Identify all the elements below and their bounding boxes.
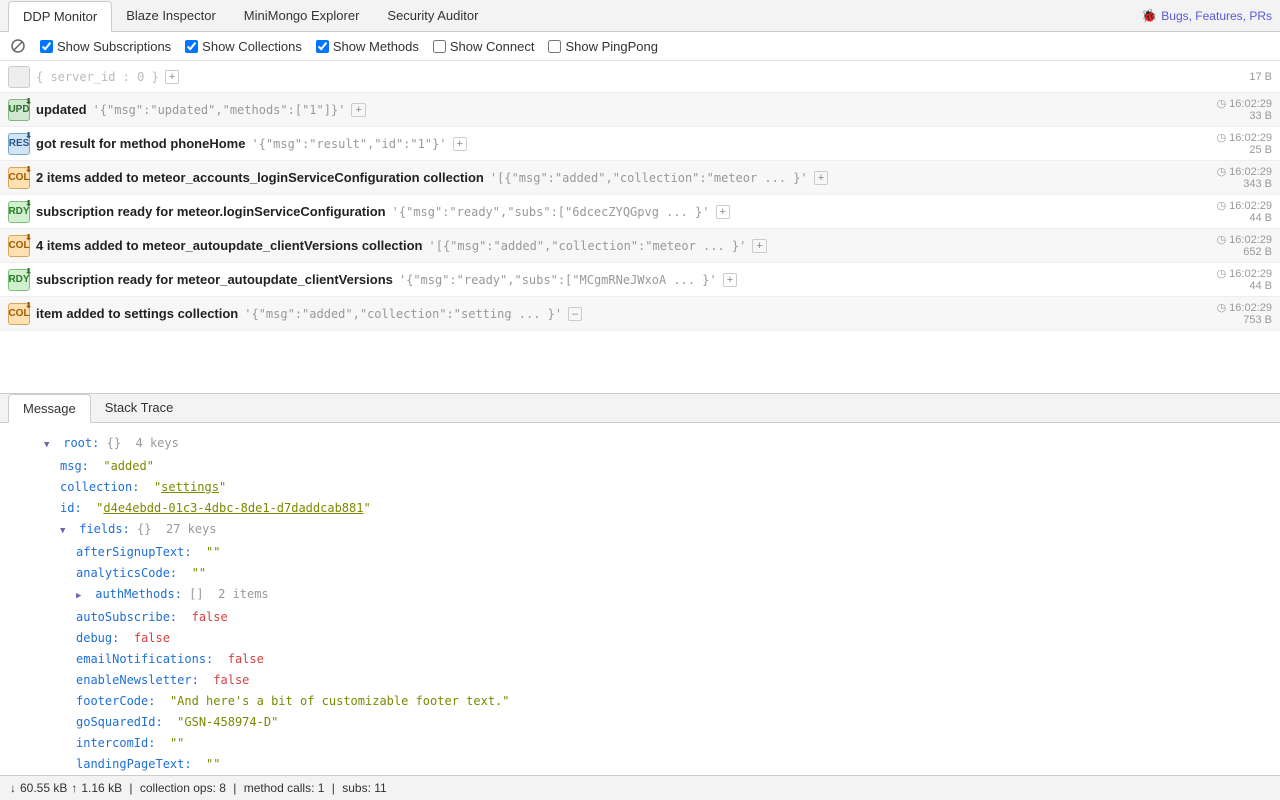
row-type-icon: RES⬇ xyxy=(8,133,30,155)
row-title: got result for method phoneHome xyxy=(36,136,245,151)
row-title: 4 items added to meteor_autoupdate_clien… xyxy=(36,238,423,253)
row-meta: 16:02:29753 B xyxy=(1192,301,1272,326)
expand-toggle[interactable]: + xyxy=(752,239,766,253)
row-meta: 16:02:29652 B xyxy=(1192,233,1272,258)
top-tab-bar: DDP Monitor Blaze Inspector MiniMongo Ex… xyxy=(0,0,1280,32)
row-json-preview: '{"msg":"added","collection":"setting ..… xyxy=(244,307,562,321)
message-rows: { server_id : 0 } +17 B UPD⬇ updated '{"msg"… xyxy=(0,61,1280,393)
tree-toggle-icon[interactable] xyxy=(76,584,88,607)
filter-methods[interactable]: Show Methods xyxy=(316,39,419,54)
clock-icon xyxy=(1217,233,1227,246)
row-type-icon: COL⬇ xyxy=(8,235,30,257)
filter-collections[interactable]: Show Collections xyxy=(185,39,302,54)
status-up: 1.16 kB xyxy=(81,781,122,795)
message-row[interactable]: RDY⬇ subscription ready for meteor_autoup… xyxy=(0,263,1280,297)
filter-bar: Show Subscriptions Show Collections Show… xyxy=(0,32,1280,61)
status-down: 60.55 kB xyxy=(20,781,67,795)
clock-icon xyxy=(1217,165,1227,178)
row-json-preview: '[{"msg":"added","collection":"meteor ..… xyxy=(490,171,808,185)
message-row[interactable]: { server_id : 0 } +17 B xyxy=(0,61,1280,93)
status-bar: 60.55 kB 1.16 kB | collection ops: 8 | m… xyxy=(0,775,1280,800)
row-meta: 16:02:29343 B xyxy=(1192,165,1272,190)
row-type-icon: RDY⬇ xyxy=(8,201,30,223)
expand-toggle[interactable]: + xyxy=(723,273,737,287)
detail-tab-stacktrace[interactable]: Stack Trace xyxy=(91,394,188,422)
bugs-link-label: Bugs, Features, PRs xyxy=(1161,9,1272,23)
row-meta: 16:02:2933 B xyxy=(1192,97,1272,122)
row-partial: { server_id : 0 } xyxy=(36,70,159,84)
clock-icon xyxy=(1217,267,1227,280)
bugs-features-link[interactable]: 🐞 Bugs, Features, PRs xyxy=(1141,8,1272,24)
checkbox-subscriptions[interactable] xyxy=(40,40,53,53)
tab-security-auditor[interactable]: Security Auditor xyxy=(373,1,492,30)
message-row[interactable]: RES⬇ got result for method phoneHome '{"ms… xyxy=(0,127,1280,161)
checkbox-methods[interactable] xyxy=(316,40,329,53)
row-type-icon: COL⬇ xyxy=(8,303,30,325)
status-method-calls: method calls: 1 xyxy=(244,781,325,795)
row-json-preview: '{"msg":"ready","subs":["6dcecZYQGpvg ..… xyxy=(392,205,710,219)
row-meta: 17 B xyxy=(1192,71,1272,83)
clock-icon xyxy=(1217,131,1227,144)
tab-ddp-monitor[interactable]: DDP Monitor xyxy=(8,1,112,32)
message-row[interactable]: UPD⬇ updated '{"msg":"updated","methods":[… xyxy=(0,93,1280,127)
clock-icon xyxy=(1217,301,1227,314)
row-title: 2 items added to meteor_accounts_loginSe… xyxy=(36,170,484,185)
tree-toggle-icon[interactable] xyxy=(44,433,56,456)
clear-icon[interactable] xyxy=(10,38,26,54)
detail-tab-bar: Message Stack Trace xyxy=(0,393,1280,423)
checkbox-pingpong[interactable] xyxy=(548,40,561,53)
row-type-icon xyxy=(8,66,30,88)
json-detail-view: root: {} 4 keysmsg: "added"collection: "… xyxy=(0,423,1280,775)
bug-icon: 🐞 xyxy=(1141,8,1157,24)
row-title: item added to settings collection xyxy=(36,306,238,321)
filter-connect[interactable]: Show Connect xyxy=(433,39,535,54)
message-row[interactable]: COL⬇ 2 items added to meteor_accounts_log… xyxy=(0,161,1280,195)
tab-blaze-inspector[interactable]: Blaze Inspector xyxy=(112,1,230,30)
tree-toggle-icon[interactable] xyxy=(60,519,72,542)
row-json-preview: '{"msg":"updated","methods":["1"]}' xyxy=(93,103,346,117)
filter-pingpong[interactable]: Show PingPong xyxy=(548,39,658,54)
row-meta: 16:02:2925 B xyxy=(1192,131,1272,156)
clock-icon xyxy=(1217,97,1227,110)
expand-toggle[interactable]: – xyxy=(568,307,582,321)
message-row[interactable]: RDY⬇ subscription ready for meteor.loginS… xyxy=(0,195,1280,229)
row-json-preview: '[{"msg":"added","collection":"meteor ..… xyxy=(429,239,747,253)
filter-subscriptions[interactable]: Show Subscriptions xyxy=(40,39,171,54)
tab-minimongo-explorer[interactable]: MiniMongo Explorer xyxy=(230,1,374,30)
row-meta: 16:02:2944 B xyxy=(1192,199,1272,224)
row-title: subscription ready for meteor_autoupdate… xyxy=(36,272,393,287)
row-type-icon: RDY⬇ xyxy=(8,269,30,291)
upload-icon xyxy=(71,781,77,795)
row-title: updated xyxy=(36,102,87,117)
checkbox-connect[interactable] xyxy=(433,40,446,53)
expand-toggle[interactable]: + xyxy=(453,137,467,151)
expand-toggle[interactable]: + xyxy=(351,103,365,117)
status-subs: subs: 11 xyxy=(342,781,386,795)
expand-toggle[interactable]: + xyxy=(814,171,828,185)
row-json-preview: '{"msg":"ready","subs":["MCgmRNeJWxoA ..… xyxy=(399,273,717,287)
row-meta: 16:02:2944 B xyxy=(1192,267,1272,292)
clock-icon xyxy=(1217,199,1227,212)
message-row[interactable]: COL⬇ item added to settings collection '{"… xyxy=(0,297,1280,331)
row-type-icon: UPD⬇ xyxy=(8,99,30,121)
row-type-icon: COL⬇ xyxy=(8,167,30,189)
detail-tab-message[interactable]: Message xyxy=(8,394,91,423)
row-json-preview: '{"msg":"result","id":"1"}' xyxy=(251,137,446,151)
status-collection-ops: collection ops: 8 xyxy=(140,781,226,795)
expand-toggle[interactable]: + xyxy=(165,70,179,84)
checkbox-collections[interactable] xyxy=(185,40,198,53)
expand-toggle[interactable]: + xyxy=(716,205,730,219)
download-icon xyxy=(10,781,16,795)
message-row[interactable]: COL⬇ 4 items added to meteor_autoupdate_c… xyxy=(0,229,1280,263)
row-title: subscription ready for meteor.loginServi… xyxy=(36,204,386,219)
